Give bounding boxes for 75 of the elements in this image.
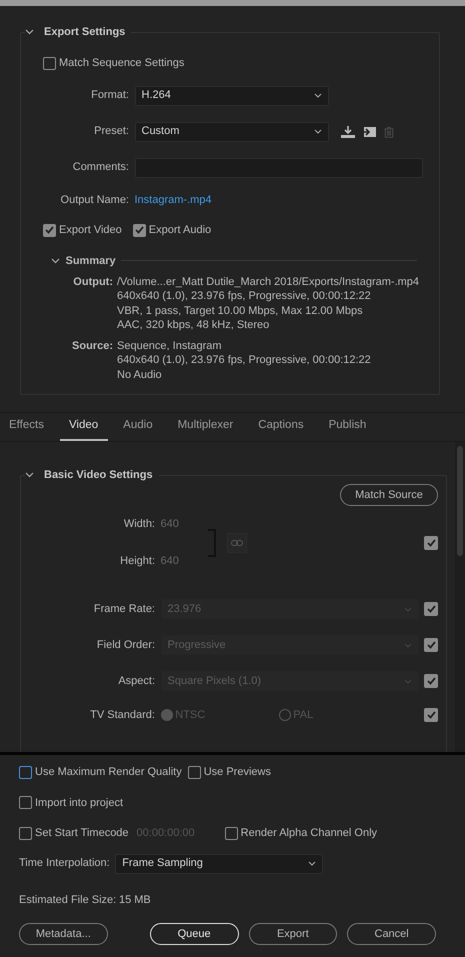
summary-text: /Volume...er_Matt Dutile_March 2018/Exports/Instagram-.mp4	[117, 275, 420, 290]
checkbox[interactable]	[424, 638, 438, 652]
section-title: Export Settings	[44, 25, 126, 40]
dialog-button[interactable]: Cancel	[347, 923, 436, 945]
summary-text: No Audio	[117, 368, 163, 382]
field-label: Estimated File Size:	[19, 892, 116, 908]
checkbox[interactable]	[19, 826, 32, 840]
chevron-icon[interactable]	[25, 29, 34, 36]
caret-icon	[308, 861, 316, 866]
checkbox[interactable]	[424, 602, 438, 616]
field-label: Preset:	[93, 124, 129, 140]
caret-icon	[404, 678, 412, 684]
checkbox-label[interactable]: Use Maximum Render Quality	[35, 764, 182, 780]
checkbox[interactable]	[132, 224, 146, 237]
field-value: 640	[160, 554, 179, 568]
caret-icon	[404, 642, 412, 648]
summary-label: Output:	[72, 275, 113, 290]
field-value: 640	[160, 517, 179, 532]
field-label: Format:	[90, 88, 129, 104]
tab[interactable]: Audio	[114, 413, 163, 441]
checkbox-label[interactable]: Import into project	[35, 794, 124, 811]
checkbox-label[interactable]: Export Audio	[148, 222, 212, 238]
field-value: 15 MB	[118, 892, 151, 908]
field-label: Width:	[122, 517, 155, 532]
format-dropdown[interactable]: H.264	[134, 86, 328, 106]
summary-label: Source:	[71, 339, 113, 354]
summary-text: 640x640 (1.0), 23.976 fps, Progressive, 00:00:12:22	[117, 289, 372, 304]
checkbox[interactable]	[224, 826, 238, 840]
scrollbar[interactable]	[455, 442, 465, 752]
dialog-button[interactable]: Queue	[150, 923, 238, 945]
chevron-icon[interactable]	[25, 472, 34, 478]
time-interpolation-dropdown[interactable]: Frame Sampling	[115, 854, 324, 874]
checkbox[interactable]	[19, 766, 32, 779]
caret-icon	[404, 606, 412, 612]
field-label: Output Name:	[60, 192, 129, 208]
tab[interactable]: Effects	[0, 413, 54, 441]
checkbox[interactable]	[424, 708, 438, 722]
checkbox-label[interactable]: Export Video	[59, 222, 122, 238]
field-label: Field Order:	[96, 638, 155, 653]
checkbox-label[interactable]: Set Start Timecode	[35, 825, 129, 842]
checkbox[interactable]	[424, 674, 438, 688]
output-name-link[interactable]: Instagram-.mp4	[134, 192, 212, 208]
tab[interactable]: Publish	[320, 413, 376, 441]
summary-text: AAC, 320 kbps, 48 kHz, Stereo	[117, 318, 270, 332]
field-label: Comments:	[72, 160, 129, 176]
tab[interactable]: Captions	[249, 413, 314, 441]
field-label: Aspect:	[117, 674, 155, 689]
summary-text: Sequence, Instagram	[117, 339, 223, 354]
checkbox[interactable]	[424, 536, 438, 550]
checkbox-label[interactable]: Use Previews	[204, 764, 271, 780]
checkbox[interactable]	[19, 796, 32, 810]
dialog-button[interactable]: Export	[248, 923, 338, 945]
field-label: Frame Rate:	[92, 602, 155, 617]
summary-text: 640x640 (1.0), 23.976 fps, Progressive, 00:00:12:22	[117, 353, 371, 368]
chevron-icon[interactable]	[51, 258, 60, 264]
summary-text: VBR, 1 pass, Target 10.00 Mbps, Max 12.00 Mbps	[117, 304, 364, 318]
caret-icon	[314, 129, 322, 134]
field-label: Time Interpolation:	[19, 856, 110, 872]
download-icon[interactable]	[340, 124, 356, 138]
checkbox[interactable]	[43, 224, 56, 237]
tab[interactable]: Multiplexer	[168, 413, 244, 441]
tab[interactable]: Video	[60, 413, 108, 441]
match-source-button[interactable]: Match Source	[340, 484, 438, 506]
field-label: Height:	[119, 554, 155, 568]
checkbox-label[interactable]: Render Alpha Channel Only	[240, 825, 378, 842]
field-label: TV Standard:	[89, 708, 155, 723]
checkbox-label[interactable]: Match Sequence Settings	[59, 55, 184, 72]
preset-dropdown[interactable]: Custom	[134, 122, 328, 142]
section-title: Basic Video Settings	[44, 468, 153, 483]
dialog-button[interactable]: Metadata...	[19, 923, 108, 945]
summary-title: Summary	[66, 254, 116, 268]
checkbox[interactable]	[43, 56, 56, 70]
caret-icon	[314, 93, 322, 98]
checkbox[interactable]	[188, 766, 201, 779]
import-icon[interactable]	[361, 124, 377, 138]
